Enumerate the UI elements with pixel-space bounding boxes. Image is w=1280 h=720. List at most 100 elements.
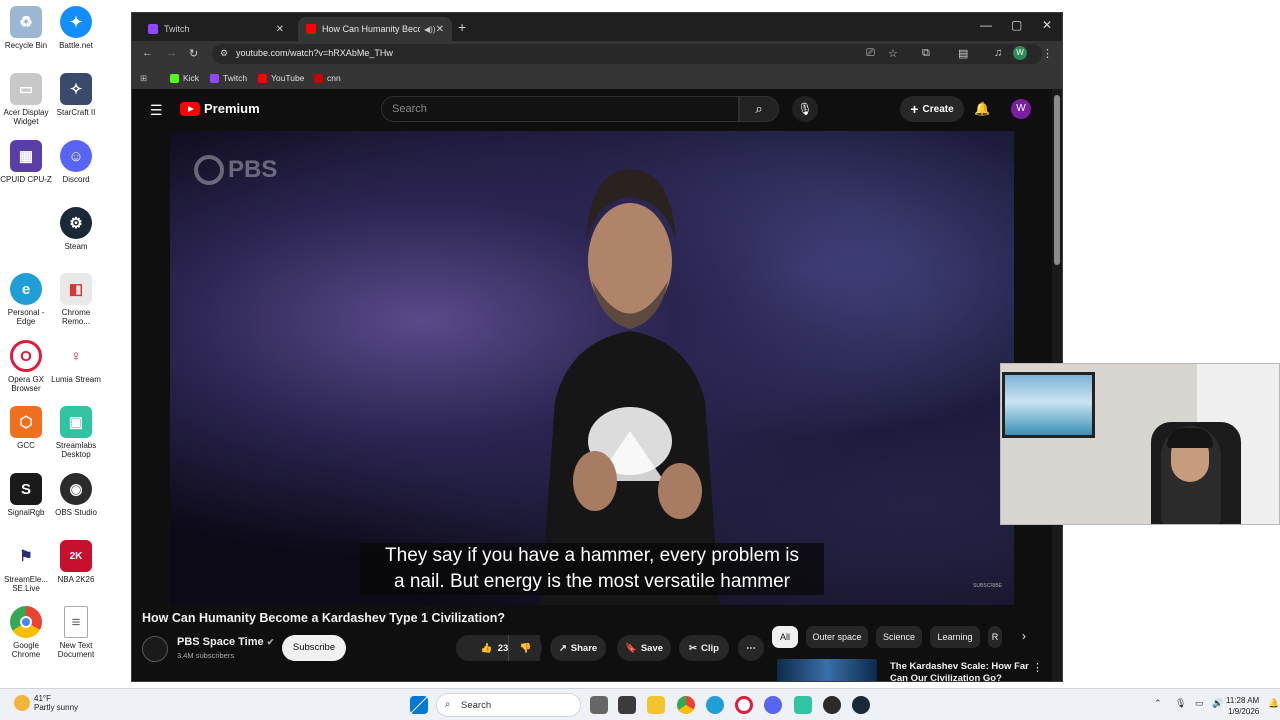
desktop-icon-chrome-remote[interactable]: ◧ Chrome Remo... — [50, 273, 102, 326]
url-text[interactable]: youtube.com/watch?v=hRXAbMe_THw — [236, 48, 393, 58]
start-windows-icon[interactable] — [410, 696, 428, 714]
desktop-icon-streamelements[interactable]: ⚑ StreamEle... SE.Live — [0, 540, 52, 593]
site-info-icon[interactable]: ⚙ — [220, 48, 228, 59]
discord-taskbar-icon[interactable] — [764, 696, 782, 714]
back-icon[interactable]: ← — [142, 47, 153, 59]
microphone-tray-icon[interactable]: 🎙 — [1175, 698, 1186, 709]
more-actions-button[interactable]: ⋯ — [738, 635, 764, 661]
apps-grid-icon[interactable]: ⊞ — [140, 73, 147, 84]
desktop-icon-recycle-bin[interactable]: ♻ Recycle Bin — [0, 6, 52, 50]
chip-outer-space[interactable]: Outer space — [806, 626, 868, 648]
more-horizontal-icon: ⋯ — [746, 642, 756, 654]
reload-icon[interactable]: ↻ — [189, 47, 198, 60]
volume-icon[interactable]: 🔊 — [1212, 698, 1223, 709]
task-view-icon[interactable] — [590, 696, 608, 714]
scrollbar-thumb[interactable] — [1054, 95, 1060, 265]
desktop-icon-signalrgb[interactable]: S SignalRgb — [0, 473, 52, 517]
chip-learning[interactable]: Learning — [930, 626, 980, 648]
search-icon: ⌕ — [755, 101, 763, 116]
widgets-icon[interactable] — [618, 696, 636, 714]
search-input[interactable]: Search — [381, 96, 739, 122]
search-button[interactable]: ⌕ — [739, 96, 779, 122]
youtube-favicon-icon — [306, 24, 316, 34]
system-clock[interactable]: 11:28 AM 1/9/2026 — [1226, 695, 1259, 717]
bookmark-cnn[interactable]: cnn — [314, 73, 341, 83]
minimize-button[interactable]: — — [980, 18, 992, 32]
desktop-icon-streamlabs[interactable]: ▣ Streamlabs Desktop — [50, 406, 102, 459]
account-avatar[interactable]: W — [1011, 99, 1031, 119]
desktop-icon-obs[interactable]: ◉ OBS Studio — [50, 473, 102, 517]
tray-overflow-icon[interactable]: ⌃ — [1154, 698, 1162, 709]
bookmark-kick[interactable]: Kick — [170, 73, 199, 83]
close-icon[interactable]: ✕ — [276, 24, 284, 35]
chip-all[interactable]: All — [772, 626, 798, 648]
audio-playing-icon[interactable]: ◀)) — [424, 25, 435, 34]
sidepanel-icon[interactable]: ▤ — [958, 47, 968, 60]
streamlabs-taskbar-icon[interactable] — [794, 696, 812, 714]
chevron-right-icon[interactable]: › — [1022, 629, 1026, 643]
profile-avatar[interactable]: W — [1013, 46, 1027, 60]
menu-kebab-icon[interactable]: ⋮ — [1042, 47, 1053, 60]
chip-partial[interactable]: R — [988, 626, 1002, 648]
chip-science[interactable]: Science — [876, 626, 922, 648]
share-button[interactable]: ↗ Share — [550, 635, 606, 661]
subscriber-count: 3.4M subscribers — [177, 651, 235, 660]
create-button[interactable]: + Create — [900, 96, 964, 122]
extensions-icon[interactable]: ⧉ — [922, 47, 930, 60]
recommended-video-thumbnail[interactable] — [777, 659, 877, 681]
opera-taskbar-icon[interactable] — [735, 696, 753, 714]
desktop-icon-discord[interactable]: ☺ Discord — [50, 140, 102, 184]
voice-search-button[interactable]: 🎙 — [792, 96, 818, 122]
desktop-icon-acer-display-widget[interactable]: ▭ Acer Display Widget — [0, 73, 52, 126]
tab-youtube[interactable]: How Can Humanity Becom ◀)) ✕ — [298, 17, 452, 41]
bookmark-star-icon[interactable]: ☆ — [888, 47, 898, 60]
desktop-icon-lumia-stream[interactable]: ♀ Lumia Stream — [50, 340, 102, 384]
desktop-icon-opera-gx[interactable]: O Opera GX Browser — [0, 340, 52, 393]
desktop-icon-starcraft[interactable]: ✧ StarCraft II — [50, 73, 102, 117]
maximize-button[interactable]: ▢ — [1011, 18, 1022, 32]
chrome-taskbar-icon[interactable] — [677, 696, 695, 714]
forward-icon[interactable]: → — [166, 47, 177, 59]
dislike-button[interactable]: 👎 — [508, 635, 542, 661]
taskbar-search[interactable]: ⌕ Search — [436, 693, 581, 717]
network-icon[interactable]: ▭ — [1195, 698, 1204, 709]
desktop-icon-google-chrome[interactable]: Google Chrome — [0, 606, 52, 659]
tab-twitch[interactable]: Twitch ✕ — [140, 17, 292, 41]
weather-widget[interactable]: 41°F Partly sunny — [14, 694, 78, 712]
desktop-icon-battlenet[interactable]: ✦ Battle.net — [50, 6, 102, 50]
starcraft-icon: ✧ — [60, 73, 92, 105]
edge-taskbar-icon[interactable] — [706, 696, 724, 714]
desktop-icon-nba2k[interactable]: 2K NBA 2K26 — [50, 540, 102, 584]
pbs-watermark: PBS — [194, 155, 277, 185]
media-icon[interactable]: ♫ — [994, 47, 1002, 59]
close-icon[interactable]: ✕ — [436, 24, 444, 35]
recommendation-chips: All Outer space Science Learning R › — [772, 626, 1042, 648]
notifications-bell-icon[interactable]: 🔔 — [974, 101, 990, 117]
file-explorer-icon[interactable] — [647, 696, 665, 714]
desktop-icon-steam[interactable]: ⚙ Steam — [50, 207, 102, 251]
cast-icon[interactable]: ⎚ — [866, 47, 875, 60]
desktop-icon-gcc[interactable]: ⬡ GCC — [0, 406, 52, 450]
clip-button[interactable]: ✂ Clip — [679, 635, 729, 661]
video-player[interactable]: PBS They say if you have a hammer, every… — [170, 131, 1014, 605]
youtube-logo[interactable]: Premium — [180, 101, 260, 116]
channel-avatar[interactable] — [142, 636, 168, 662]
discord-icon: ☺ — [60, 140, 92, 172]
recommended-video-title[interactable]: The Kardashev Scale: How Far Can Our Civ… — [890, 661, 1030, 681]
desktop-icon-personal-edge[interactable]: e Personal - Edge — [0, 273, 52, 326]
subscribe-button[interactable]: Subscribe — [282, 635, 346, 661]
close-window-button[interactable]: ✕ — [1042, 18, 1052, 32]
new-tab-button[interactable]: + — [458, 19, 466, 35]
menu-icon[interactable]: ☰ — [150, 102, 163, 119]
channel-name[interactable]: PBS Space Time ✔ — [177, 636, 274, 648]
desktop-icon-new-text-document[interactable]: ≡ New Text Document — [50, 606, 102, 659]
bookmark-youtube[interactable]: YouTube — [258, 73, 304, 83]
notifications-icon[interactable]: 🔔 — [1268, 698, 1279, 709]
steam-taskbar-icon[interactable] — [852, 696, 870, 714]
desktop-icon-cpuz[interactable]: ▦ CPUID CPU-Z — [0, 140, 52, 184]
obs-taskbar-icon[interactable] — [823, 696, 841, 714]
bookmark-twitch[interactable]: Twitch — [210, 73, 247, 83]
save-button[interactable]: 🔖 Save — [617, 635, 671, 661]
more-vertical-icon[interactable]: ⋮ — [1032, 661, 1043, 674]
subscribe-watermark[interactable]: SUBSCRIBE — [973, 583, 1002, 589]
